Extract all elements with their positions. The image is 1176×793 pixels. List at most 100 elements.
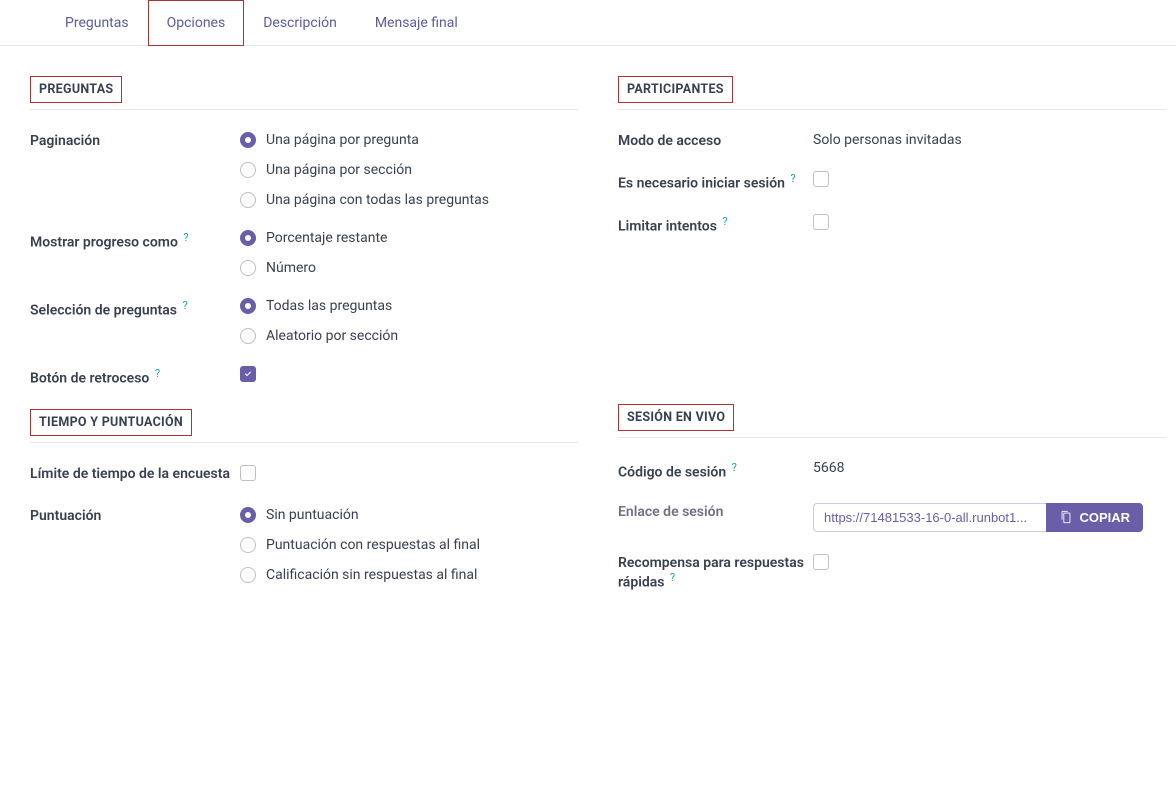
label-puntuacion: Puntuación (30, 507, 240, 524)
copy-button-label: COPIAR (1079, 510, 1130, 525)
field-value: COPIAR (813, 503, 1166, 532)
form-tabs: Preguntas Opciones Descripción Mensaje f… (0, 0, 1176, 46)
radio-icon (240, 507, 256, 523)
label-mostrar-progreso: Mostrar progreso como ? (30, 230, 240, 251)
section-tiempo: TIEMPO Y PUNTUACIÓN Límite de tiempo de … (30, 409, 578, 583)
radio-puntuacion-sin-respuestas[interactable]: Calificación sin respuestas al final (240, 567, 578, 583)
radio-label: Una página por sección (266, 162, 412, 178)
radio-group-paginacion: Una página por pregunta Una página por s… (240, 132, 578, 208)
radio-progreso-numero[interactable]: Número (240, 260, 578, 276)
value-modo-acceso: Solo personas invitadas (813, 132, 1166, 148)
divider (30, 109, 578, 110)
field-value (813, 554, 1166, 574)
radio-label: Aleatorio por sección (266, 328, 398, 344)
divider (30, 442, 578, 443)
divider (618, 437, 1166, 438)
label-text: Es necesario iniciar sesión (618, 176, 785, 192)
help-icon[interactable]: ? (182, 299, 187, 312)
label-modo-acceso: Modo de acceso (618, 132, 813, 149)
radio-icon (240, 132, 256, 148)
radio-group-seleccion: Todas las preguntas Aleatorio por secció… (240, 298, 578, 344)
label-text: Mostrar progreso como (30, 235, 178, 251)
radio-icon (240, 230, 256, 246)
options-content: PREGUNTAS Paginación Una página por preg… (0, 46, 1176, 643)
radio-icon (240, 162, 256, 178)
label-text: Botón de retroceso (30, 371, 149, 387)
tab-preguntas[interactable]: Preguntas (46, 0, 148, 46)
field-puntuacion: Puntuación Sin puntuación Puntuación con… (30, 507, 578, 583)
left-column: PREGUNTAS Paginación Una página por preg… (30, 76, 578, 613)
label-limitar-intentos: Limitar intentos ? (618, 214, 813, 235)
field-modo-acceso: Modo de acceso Solo personas invitadas (618, 132, 1166, 149)
divider (618, 109, 1166, 110)
help-icon[interactable]: ? (155, 367, 160, 380)
section-participantes: PARTICIPANTES Modo de acceso Solo person… (618, 76, 1166, 234)
input-group-enlace: COPIAR (813, 503, 1143, 532)
checkbox-login[interactable] (813, 171, 829, 187)
label-seleccion: Selección de preguntas ? (30, 298, 240, 319)
label-retroceso: Botón de retroceso ? (30, 366, 240, 387)
radio-group-progreso: Porcentaje restante Número (240, 230, 578, 276)
field-codigo-sesion: Código de sesión ? 5668 (618, 460, 1166, 481)
radio-label: Número (266, 260, 316, 276)
radio-icon (240, 328, 256, 344)
section-preguntas: PREGUNTAS Paginación Una página por preg… (30, 76, 578, 387)
radio-icon (240, 567, 256, 583)
radio-icon (240, 192, 256, 208)
radio-paginacion-por-pregunta[interactable]: Una página por pregunta (240, 132, 578, 148)
input-enlace-sesion[interactable] (813, 503, 1046, 532)
radio-seleccion-todas[interactable]: Todas las preguntas (240, 298, 578, 314)
radio-label: Una página por pregunta (266, 132, 419, 148)
field-value (240, 465, 578, 485)
tab-descripcion[interactable]: Descripción (244, 0, 356, 46)
radio-puntuacion-sin[interactable]: Sin puntuación (240, 507, 578, 523)
radio-label: Puntuación con respuestas al final (266, 537, 480, 553)
check-icon (243, 369, 253, 379)
radio-icon (240, 537, 256, 553)
radio-icon (240, 298, 256, 314)
field-seleccion-preguntas: Selección de preguntas ? Todas las pregu… (30, 298, 578, 344)
label-login: Es necesario iniciar sesión ? (618, 171, 813, 192)
label-codigo-sesion: Código de sesión ? (618, 460, 813, 481)
tab-mensaje-final[interactable]: Mensaje final (356, 0, 477, 46)
help-icon[interactable]: ? (670, 571, 675, 584)
tab-opciones[interactable]: Opciones (148, 0, 245, 46)
field-value (813, 171, 1166, 191)
help-icon[interactable]: ? (183, 231, 188, 244)
label-limite-tiempo: Límite de tiempo de la encuesta (30, 465, 240, 482)
section-title-tiempo: TIEMPO Y PUNTUACIÓN (30, 409, 192, 436)
field-value (240, 366, 578, 383)
radio-progreso-porcentaje[interactable]: Porcentaje restante (240, 230, 578, 246)
label-text: Código de sesión (618, 465, 726, 481)
help-icon[interactable]: ? (732, 461, 737, 474)
copy-icon (1059, 510, 1073, 524)
radio-puntuacion-con-respuestas[interactable]: Puntuación con respuestas al final (240, 537, 578, 553)
value-codigo-sesion: 5668 (813, 460, 1166, 476)
section-title-preguntas: PREGUNTAS (30, 76, 122, 103)
field-login: Es necesario iniciar sesión ? (618, 171, 1166, 192)
label-text: Selección de preguntas (30, 303, 177, 319)
radio-icon (240, 260, 256, 276)
checkbox-retroceso[interactable] (240, 366, 256, 382)
radio-paginacion-todas[interactable]: Una página con todas las preguntas (240, 192, 578, 208)
radio-label: Todas las preguntas (266, 298, 392, 314)
checkbox-recompensa[interactable] (813, 554, 829, 570)
checkbox-limite-tiempo[interactable] (240, 465, 256, 481)
radio-label: Una página con todas las preguntas (266, 192, 489, 208)
checkbox-limitar-intentos[interactable] (813, 214, 829, 230)
label-text: Limitar intentos (618, 218, 717, 234)
section-title-sesion: SESIÓN EN VIVO (618, 404, 734, 431)
field-enlace-sesion: Enlace de sesión COPIAR (618, 503, 1166, 532)
field-limitar-intentos: Limitar intentos ? (618, 214, 1166, 235)
section-sesion-en-vivo: SESIÓN EN VIVO Código de sesión ? 5668 E… (618, 404, 1166, 590)
radio-seleccion-aleatorio[interactable]: Aleatorio por sección (240, 328, 578, 344)
label-recompensa: Recompensa para respuestas rápidas ? (618, 554, 813, 591)
section-title-participantes: PARTICIPANTES (618, 76, 733, 103)
radio-group-puntuacion: Sin puntuación Puntuación con respuestas… (240, 507, 578, 583)
label-enlace-sesion: Enlace de sesión (618, 503, 813, 520)
copy-button[interactable]: COPIAR (1046, 503, 1143, 532)
help-icon[interactable]: ? (790, 172, 795, 185)
radio-paginacion-por-seccion[interactable]: Una página por sección (240, 162, 578, 178)
label-paginacion: Paginación (30, 132, 240, 149)
help-icon[interactable]: ? (722, 215, 727, 228)
